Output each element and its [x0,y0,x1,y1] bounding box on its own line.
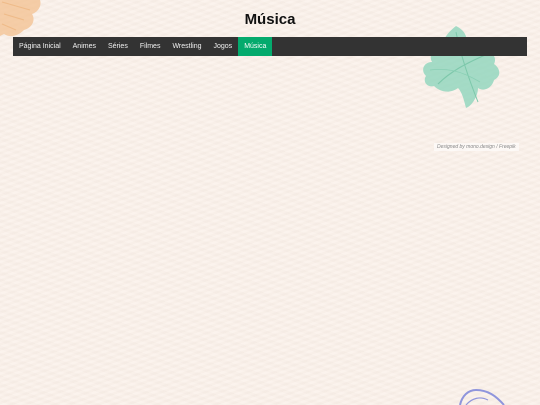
nav-link-musica[interactable]: Música [238,37,273,56]
top-navbar: Página Inicial Animes Séries Filmes Wres… [13,37,527,56]
nav-link-series[interactable]: Séries [102,37,134,56]
nav-link-wrestling[interactable]: Wrestling [166,37,207,56]
design-credit: Designed by mono.design / Freepik [434,143,519,151]
nav-link-jogos[interactable]: Jogos [208,37,239,56]
nav-link-animes[interactable]: Animes [67,37,102,56]
nav-link-filmes[interactable]: Filmes [134,37,167,56]
page-title: Música [244,11,296,28]
nav-link-pagina-inicial[interactable]: Página Inicial [13,37,67,56]
green-leaf-icon [423,26,500,108]
blue-leaf-outline-icon [459,388,505,405]
